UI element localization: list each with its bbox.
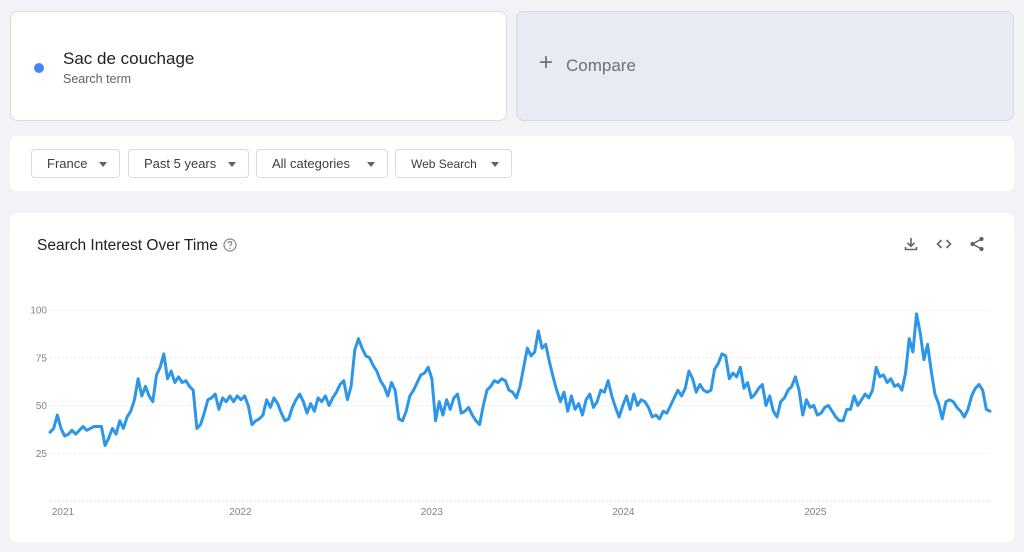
dropdown-caret-icon — [491, 162, 499, 167]
filter-bar: France Past 5 years All categories Web S… — [10, 136, 1014, 191]
x-tick-label: 2023 — [421, 507, 444, 518]
help-icon[interactable] — [222, 237, 238, 253]
y-tick-label: 25 — [36, 449, 48, 460]
y-tick-label: 50 — [36, 401, 48, 412]
search-term-card[interactable]: Sac de couchage Search term — [10, 11, 507, 121]
y-tick-label: 100 — [30, 306, 47, 317]
download-icon[interactable] — [902, 235, 920, 253]
plus-icon: + — [539, 49, 554, 76]
region-filter[interactable]: France — [31, 149, 120, 178]
series-line-sac-de-couchage — [48, 312, 992, 448]
share-icon[interactable] — [968, 235, 986, 253]
search-type-filter[interactable]: Web Search — [395, 149, 512, 178]
dropdown-caret-icon — [99, 162, 107, 167]
interest-line-chart: 25 50 75 100 2021 2022 2023 2024 2025 — [30, 306, 992, 518]
region-filter-label: France — [47, 156, 88, 171]
dropdown-caret-icon — [367, 162, 375, 167]
y-tick-label: 75 — [36, 353, 48, 364]
x-tick-label: 2022 — [229, 507, 252, 518]
compare-button[interactable]: + Compare — [516, 11, 1014, 121]
category-filter-label: All categories — [272, 156, 351, 171]
search-term-subtitle: Search term — [63, 72, 132, 86]
x-tick-label: 2021 — [52, 507, 75, 518]
time-range-filter[interactable]: Past 5 years — [128, 149, 249, 178]
compare-label: Compare — [566, 56, 636, 75]
chart-section-title: Search Interest Over Time — [37, 237, 218, 254]
search-type-filter-label: Web Search — [411, 156, 477, 171]
embed-code-icon[interactable] — [935, 235, 953, 253]
search-term-name: Sac de couchage — [63, 49, 195, 68]
x-tick-label: 2024 — [612, 507, 635, 518]
dropdown-caret-icon — [228, 162, 236, 167]
x-tick-label: 2025 — [804, 507, 827, 518]
category-filter[interactable]: All categories — [256, 149, 388, 178]
term-color-dot — [34, 63, 44, 73]
time-range-filter-label: Past 5 years — [144, 156, 217, 171]
